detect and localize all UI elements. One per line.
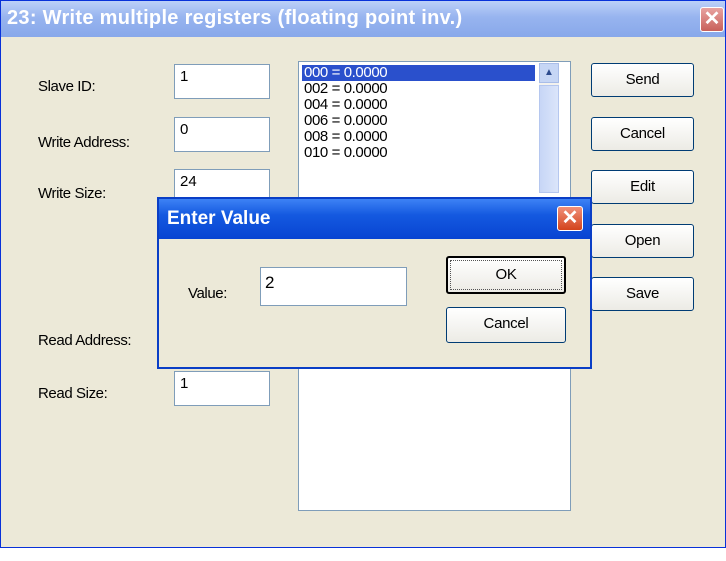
scroll-thumb[interactable]: [539, 85, 559, 193]
write-size-label: Write Size:: [38, 185, 106, 202]
value-input[interactable]: 2: [260, 267, 407, 306]
edit-button[interactable]: Edit: [591, 170, 694, 204]
dialog-cancel-button[interactable]: Cancel: [446, 307, 566, 343]
list-item[interactable]: 000 = 0.0000: [302, 65, 535, 81]
write-address-input[interactable]: 0: [174, 117, 270, 152]
dialog-title: Enter Value: [167, 208, 271, 229]
list-item[interactable]: 008 = 0.0000: [302, 129, 535, 145]
dialog-titlebar[interactable]: Enter Value ✕: [159, 199, 590, 239]
list-scrollbar[interactable]: ▲: [539, 63, 559, 193]
list-item[interactable]: 010 = 0.0000: [302, 145, 535, 161]
ok-button[interactable]: OK: [446, 256, 566, 294]
read-size-input[interactable]: 1: [174, 371, 270, 406]
write-address-label: Write Address:: [38, 134, 130, 151]
slave-id-input[interactable]: 1: [174, 64, 270, 99]
read-size-label: Read Size:: [38, 385, 108, 402]
open-button[interactable]: Open: [591, 224, 694, 258]
save-button[interactable]: Save: [591, 277, 694, 311]
scroll-up-icon[interactable]: ▲: [539, 63, 559, 83]
window-titlebar[interactable]: 23: Write multiple registers (floating p…: [1, 1, 725, 37]
list-item[interactable]: 006 = 0.0000: [302, 113, 535, 129]
list-item[interactable]: 004 = 0.0000: [302, 97, 535, 113]
cancel-button[interactable]: Cancel: [591, 117, 694, 151]
focus-ring: [450, 260, 562, 290]
enter-value-dialog: Enter Value ✕ Value: 2 OK Cancel: [157, 197, 592, 369]
dialog-close-icon[interactable]: ✕: [557, 206, 583, 231]
register-list: 000 = 0.0000 002 = 0.0000 004 = 0.0000 0…: [302, 65, 535, 161]
value-label: Value:: [188, 285, 228, 302]
list-item[interactable]: 002 = 0.0000: [302, 81, 535, 97]
window-title: 23: Write multiple registers (floating p…: [7, 7, 463, 29]
send-button[interactable]: Send: [591, 63, 694, 97]
slave-id-label: Slave ID:: [38, 78, 96, 95]
read-address-label: Read Address:: [38, 332, 132, 349]
window-close-icon[interactable]: ✕: [700, 7, 724, 32]
